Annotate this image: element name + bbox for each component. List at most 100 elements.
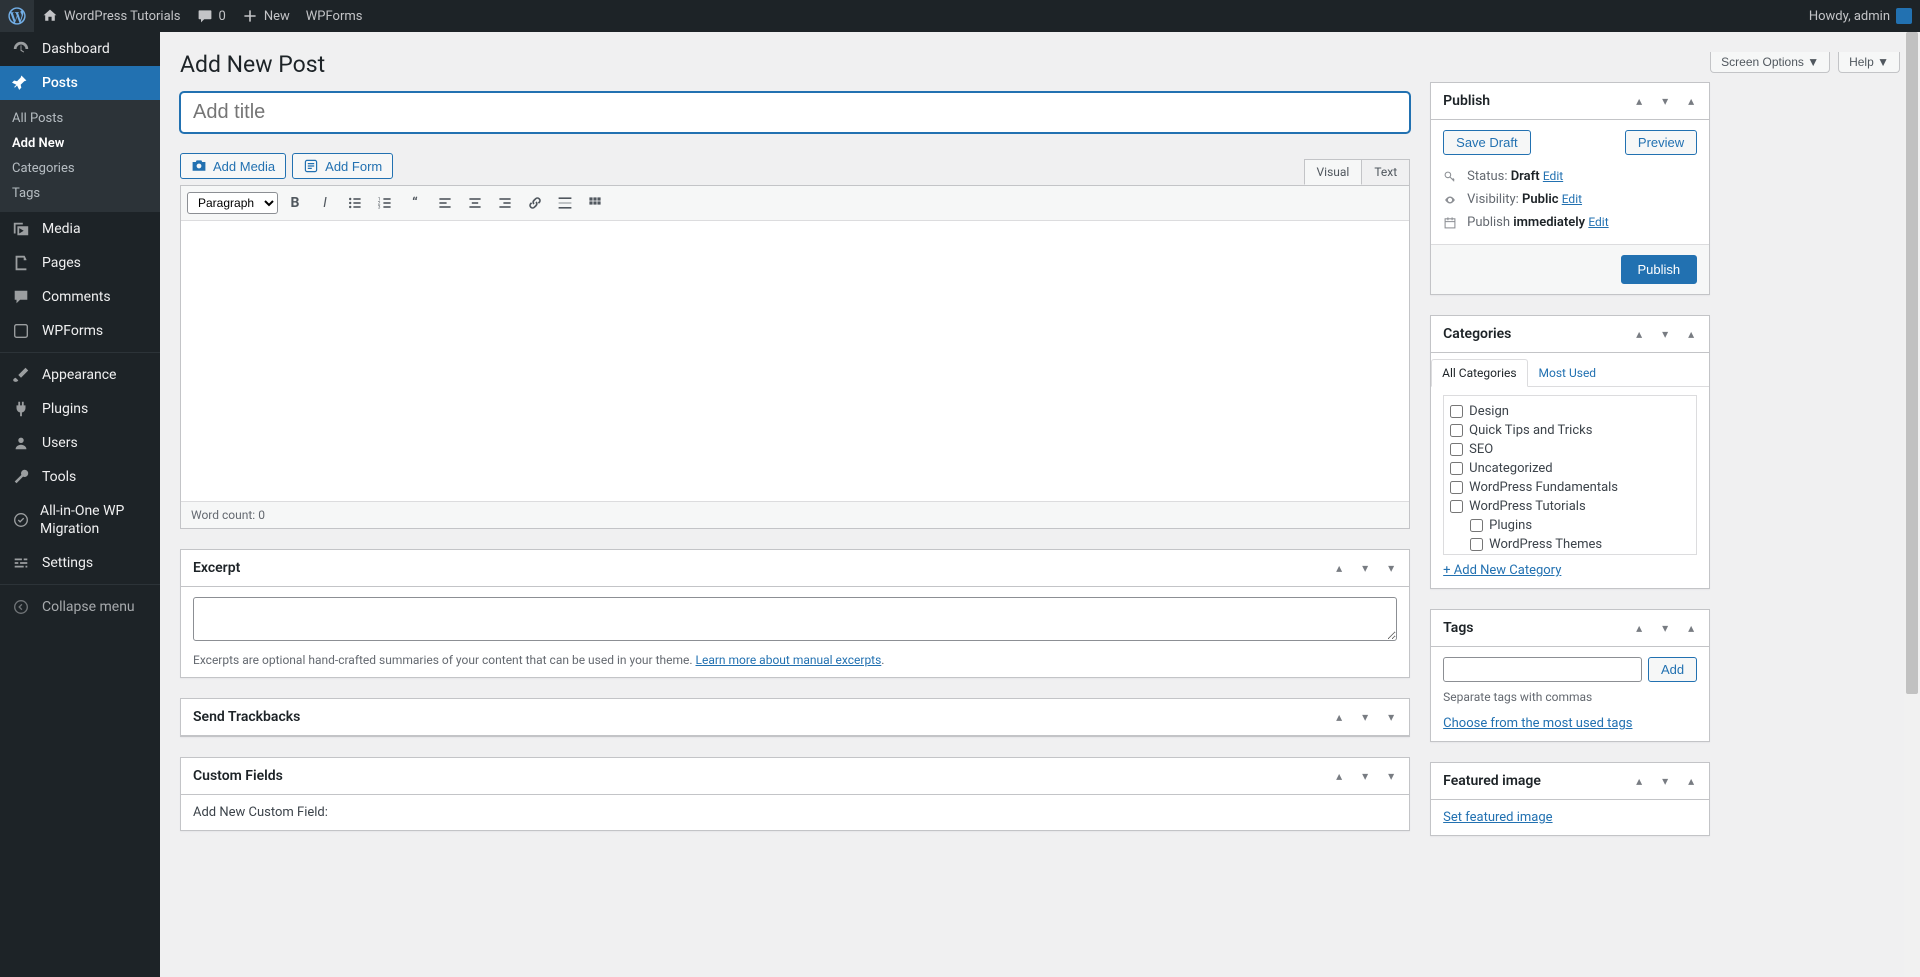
scrollbar-track[interactable] <box>1904 32 1920 977</box>
sidebar-item-migration[interactable]: All-in-One WP Migration <box>0 494 160 546</box>
sidebar-subitem-tags[interactable]: Tags <box>0 181 160 206</box>
sidebar-item-collapse[interactable]: Collapse menu <box>0 590 160 624</box>
new-content-menu[interactable]: New <box>234 0 298 32</box>
sidebar-label: Comments <box>42 289 111 305</box>
sidebar-subitem-add-new[interactable]: Add New <box>0 131 160 156</box>
move-up-button[interactable]: ▴ <box>1627 89 1651 113</box>
edit-schedule-link[interactable]: Edit <box>1588 215 1608 229</box>
category-checkbox[interactable] <box>1450 481 1463 494</box>
category-checkbox[interactable] <box>1450 500 1463 513</box>
sidebar-item-tools[interactable]: Tools <box>0 460 160 494</box>
scrollbar-thumb[interactable] <box>1906 32 1918 694</box>
toggle-panel-button[interactable]: ▾ <box>1379 556 1403 580</box>
category-item[interactable]: Design <box>1450 402 1690 421</box>
category-item[interactable]: Quick Tips and Tricks <box>1450 421 1690 440</box>
move-down-button[interactable]: ▾ <box>1653 322 1677 346</box>
categories-panel: Categories ▴ ▾ ▴ All Categories Most Use… <box>1430 315 1710 589</box>
blockquote-button[interactable]: “ <box>402 190 428 216</box>
toggle-panel-button[interactable]: ▴ <box>1679 616 1703 640</box>
sidebar-item-wpforms[interactable]: WPForms <box>0 314 160 348</box>
tags-input[interactable] <box>1443 657 1642 682</box>
sidebar-item-dashboard[interactable]: Dashboard <box>0 32 160 66</box>
site-name-menu[interactable]: WordPress Tutorials <box>34 0 189 32</box>
sidebar-subitem-all-posts[interactable]: All Posts <box>0 106 160 131</box>
add-tag-button[interactable]: Add <box>1648 657 1697 682</box>
tab-visual[interactable]: Visual <box>1304 159 1363 185</box>
editor-textarea[interactable] <box>181 221 1409 501</box>
edit-status-link[interactable]: Edit <box>1543 169 1563 183</box>
sidebar-item-media[interactable]: Media <box>0 212 160 246</box>
publish-button[interactable]: Publish <box>1621 255 1698 284</box>
read-more-button[interactable] <box>552 190 578 216</box>
set-featured-image-link[interactable]: Set featured image <box>1443 810 1552 825</box>
wp-logo-menu[interactable] <box>0 0 34 32</box>
move-down-button[interactable]: ▾ <box>1653 89 1677 113</box>
toggle-panel-button[interactable]: ▴ <box>1679 769 1703 793</box>
align-left-button[interactable] <box>432 190 458 216</box>
move-up-button[interactable]: ▴ <box>1327 705 1351 729</box>
toggle-panel-button[interactable]: ▾ <box>1379 764 1403 788</box>
excerpt-textarea[interactable] <box>193 597 1397 641</box>
preview-button[interactable]: Preview <box>1625 130 1697 155</box>
choose-tags-link[interactable]: Choose from the most used tags <box>1443 716 1632 731</box>
move-up-button[interactable]: ▴ <box>1627 769 1651 793</box>
align-center-button[interactable] <box>462 190 488 216</box>
account-menu[interactable]: Howdy, admin <box>1801 0 1920 32</box>
wpforms-menu[interactable]: WPForms <box>298 0 371 32</box>
save-draft-button[interactable]: Save Draft <box>1443 130 1530 155</box>
comments-menu[interactable]: 0 <box>189 0 234 32</box>
move-down-button[interactable]: ▾ <box>1353 705 1377 729</box>
category-item[interactable]: SEO <box>1450 440 1690 459</box>
italic-button[interactable]: I <box>312 190 338 216</box>
toggle-panel-button[interactable]: ▴ <box>1679 322 1703 346</box>
excerpt-help-link[interactable]: Learn more about manual excerpts <box>696 653 882 667</box>
sidebar-item-users[interactable]: Users <box>0 426 160 460</box>
sidebar-item-pages[interactable]: Pages <box>0 246 160 280</box>
toggle-panel-button[interactable]: ▾ <box>1379 705 1403 729</box>
category-list[interactable]: DesignQuick Tips and TricksSEOUncategori… <box>1443 395 1697 555</box>
sidebar-item-appearance[interactable]: Appearance <box>0 358 160 392</box>
category-checkbox[interactable] <box>1470 538 1483 551</box>
number-list-button[interactable]: 123 <box>372 190 398 216</box>
toggle-panel-button[interactable]: ▴ <box>1679 89 1703 113</box>
tab-most-used[interactable]: Most Used <box>1528 359 1608 387</box>
add-new-category-link[interactable]: + Add New Category <box>1443 563 1561 578</box>
screen-options-button[interactable]: Screen Options ▼ <box>1710 52 1830 73</box>
sidebar-item-comments[interactable]: Comments <box>0 280 160 314</box>
toolbar-toggle-button[interactable] <box>582 190 608 216</box>
move-down-button[interactable]: ▾ <box>1353 556 1377 580</box>
format-select[interactable]: Paragraph <box>187 192 278 214</box>
link-button[interactable] <box>522 190 548 216</box>
add-form-button[interactable]: Add Form <box>292 153 393 179</box>
move-down-button[interactable]: ▾ <box>1653 616 1677 640</box>
category-checkbox[interactable] <box>1450 443 1463 456</box>
sidebar-item-settings[interactable]: Settings <box>0 546 160 580</box>
post-title-input[interactable] <box>180 92 1410 133</box>
category-item[interactable]: Uncategorized <box>1450 459 1690 478</box>
bold-button[interactable]: B <box>282 190 308 216</box>
edit-visibility-link[interactable]: Edit <box>1562 192 1582 206</box>
move-down-button[interactable]: ▾ <box>1353 764 1377 788</box>
move-up-button[interactable]: ▴ <box>1627 322 1651 346</box>
move-up-button[interactable]: ▴ <box>1327 556 1351 580</box>
tab-text[interactable]: Text <box>1361 159 1410 185</box>
align-right-button[interactable] <box>492 190 518 216</box>
category-checkbox[interactable] <box>1470 519 1483 532</box>
move-up-button[interactable]: ▴ <box>1327 764 1351 788</box>
bullet-list-button[interactable] <box>342 190 368 216</box>
move-up-button[interactable]: ▴ <box>1627 616 1651 640</box>
category-checkbox[interactable] <box>1450 424 1463 437</box>
category-item[interactable]: Plugins <box>1450 516 1690 535</box>
help-button[interactable]: Help ▼ <box>1838 52 1900 73</box>
tab-all-categories[interactable]: All Categories <box>1431 359 1527 387</box>
category-item[interactable]: WordPress Fundamentals <box>1450 478 1690 497</box>
category-item[interactable]: WordPress Themes <box>1450 535 1690 554</box>
category-checkbox[interactable] <box>1450 405 1463 418</box>
sidebar-item-posts[interactable]: Posts <box>0 66 160 100</box>
sidebar-subitem-categories[interactable]: Categories <box>0 156 160 181</box>
add-media-button[interactable]: Add Media <box>180 153 286 179</box>
category-item[interactable]: WordPress Tutorials <box>1450 497 1690 516</box>
category-checkbox[interactable] <box>1450 462 1463 475</box>
move-down-button[interactable]: ▾ <box>1653 769 1677 793</box>
sidebar-item-plugins[interactable]: Plugins <box>0 392 160 426</box>
